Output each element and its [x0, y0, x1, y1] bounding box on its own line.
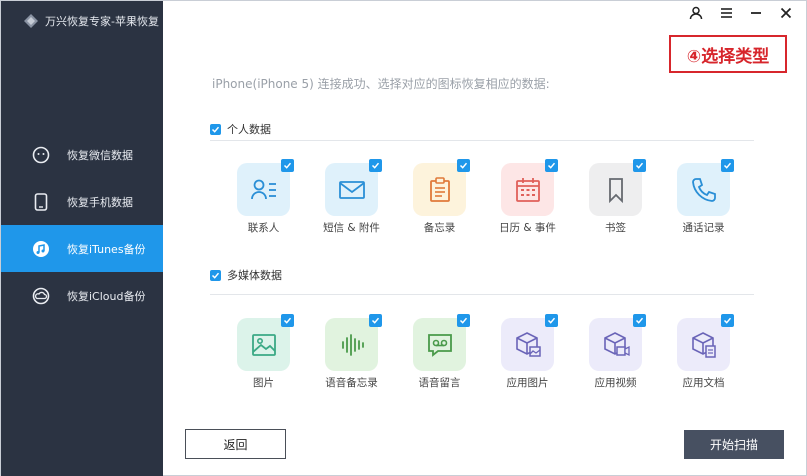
tile-checkbox[interactable]	[633, 314, 646, 327]
tile-bookmarks[interactable]: 书签	[589, 159, 646, 236]
connection-status-text: iPhone(iPhone 5) 连接成功、选择对应的图标恢复相应的数据:	[212, 77, 550, 91]
tile-label: 语音留言	[418, 377, 461, 389]
sidebar-item-label: 恢复iTunes备份	[67, 242, 146, 256]
tile-icon-box	[237, 314, 294, 371]
tile-checkbox[interactable]	[369, 314, 382, 327]
tile-contacts[interactable]: 联系人	[237, 159, 294, 236]
phone-icon	[31, 192, 51, 212]
section-personal-header[interactable]: 个人数据	[210, 121, 271, 137]
sidebar-item-icloud[interactable]: 恢复iCloud备份	[1, 272, 163, 319]
tile-label: 语音备忘录	[325, 377, 378, 389]
tile-icon-box	[501, 314, 558, 371]
message-icon	[338, 180, 365, 199]
section-checkbox[interactable]	[210, 123, 221, 135]
sidebar-item-label: 恢复手机数据	[67, 195, 133, 209]
tile-icon-box	[413, 314, 470, 371]
user-icon[interactable]	[688, 5, 704, 21]
section-checkbox[interactable]	[210, 269, 221, 281]
tile-checkbox[interactable]	[545, 314, 558, 327]
multimedia-data-grid: 图片 语音备忘录 语音留言 应用图片 应用视频 应用文档	[237, 314, 734, 391]
sidebar-nav: 恢复微信数据 恢复手机数据 恢复iTunes备份 恢复iCloud备份	[1, 131, 163, 319]
tile-checkbox[interactable]	[633, 159, 646, 172]
tile-label: 通话记录	[682, 222, 725, 234]
tile-checkbox[interactable]	[721, 314, 734, 327]
tile-checkbox[interactable]	[369, 159, 382, 172]
tile-icon-box	[325, 159, 382, 216]
tile-photos[interactable]: 图片	[237, 314, 294, 391]
app-document-icon	[691, 331, 716, 358]
tile-icon-box	[413, 159, 470, 216]
tile-voicemail[interactable]: 语音留言	[413, 314, 470, 391]
wechat-icon	[31, 145, 51, 165]
contacts-icon	[250, 179, 276, 199]
tile-checkbox[interactable]	[457, 314, 470, 327]
tile-label: 图片	[253, 377, 274, 389]
sidebar-item-itunes[interactable]: 恢复iTunes备份	[1, 225, 163, 272]
back-button[interactable]: 返回	[185, 429, 286, 459]
tile-calendar[interactable]: 日历 & 事件	[499, 159, 558, 236]
calendar-icon	[515, 177, 540, 202]
sidebar-item-label: 恢复微信数据	[67, 148, 133, 162]
tile-icon-box	[237, 159, 294, 216]
tile-checkbox[interactable]	[281, 314, 294, 327]
tile-label: 日历 & 事件	[499, 222, 556, 234]
section-divider	[210, 140, 754, 141]
personal-data-grid: 联系人 短信 & 附件 备忘录 日历 & 事件 书签 通话记录	[237, 159, 734, 236]
tile-notes[interactable]: 备忘录	[413, 159, 470, 236]
tile-icon-box	[589, 159, 646, 216]
tile-icon-box	[589, 314, 646, 371]
tile-checkbox[interactable]	[721, 159, 734, 172]
tile-app-videos[interactable]: 应用视频	[589, 314, 646, 391]
section-divider	[210, 294, 754, 295]
section-multimedia-header[interactable]: 多媒体数据	[210, 267, 282, 283]
tile-call-log[interactable]: 通话记录	[677, 159, 734, 236]
tile-icon-box	[677, 314, 734, 371]
notes-icon	[429, 176, 450, 202]
app-window: 万兴恢复专家-苹果恢复 恢复微信数据 恢复手机数据 恢复iTunes备份 恢复i…	[0, 0, 807, 476]
tile-checkbox[interactable]	[457, 159, 470, 172]
section-title: 多媒体数据	[227, 269, 282, 282]
tile-icon-box	[677, 159, 734, 216]
itunes-icon	[31, 239, 51, 259]
tile-label: 备忘录	[423, 222, 456, 234]
sidebar: 万兴恢复专家-苹果恢复 恢复微信数据 恢复手机数据 恢复iTunes备份 恢复i…	[1, 1, 163, 476]
app-video-icon	[603, 331, 630, 356]
bookmark-icon	[608, 177, 623, 203]
tile-app-photos[interactable]: 应用图片	[501, 314, 558, 391]
tile-label: 应用图片	[506, 377, 549, 389]
tile-checkbox[interactable]	[545, 159, 558, 172]
icloud-icon	[31, 286, 51, 306]
section-title: 个人数据	[227, 123, 271, 136]
tile-label: 应用视频	[594, 377, 637, 389]
tile-messages[interactable]: 短信 & 附件	[323, 159, 382, 236]
call-log-icon	[691, 177, 716, 202]
menu-icon[interactable]	[718, 5, 734, 21]
sidebar-item-wechat[interactable]: 恢复微信数据	[1, 131, 163, 178]
app-logo-icon	[24, 14, 38, 28]
tile-voice-memos[interactable]: 语音备忘录	[325, 314, 382, 391]
sidebar-item-phone[interactable]: 恢复手机数据	[1, 178, 163, 225]
app-photo-icon	[515, 331, 541, 357]
close-icon[interactable]	[778, 5, 794, 21]
tile-label: 应用文档	[682, 377, 725, 389]
tile-label: 联系人	[247, 222, 280, 234]
step-annotation: ④选择类型	[669, 35, 787, 73]
app-title: 万兴恢复专家-苹果恢复	[45, 15, 159, 28]
voice-memo-icon	[341, 333, 364, 356]
window-controls	[688, 5, 794, 21]
app-title-bar: 万兴恢复专家-苹果恢复	[23, 13, 159, 29]
tile-label: 短信 & 附件	[323, 222, 380, 234]
sidebar-item-label: 恢复iCloud备份	[67, 289, 146, 303]
start-scan-button[interactable]: 开始扫描	[684, 430, 784, 459]
tile-icon-box	[325, 314, 382, 371]
photo-icon	[251, 333, 276, 356]
tile-app-documents[interactable]: 应用文档	[677, 314, 734, 391]
tile-icon-box	[501, 159, 558, 216]
tile-checkbox[interactable]	[281, 159, 294, 172]
tile-label: 书签	[605, 222, 626, 234]
minimize-icon[interactable]	[748, 5, 764, 21]
voicemail-icon	[427, 333, 452, 357]
